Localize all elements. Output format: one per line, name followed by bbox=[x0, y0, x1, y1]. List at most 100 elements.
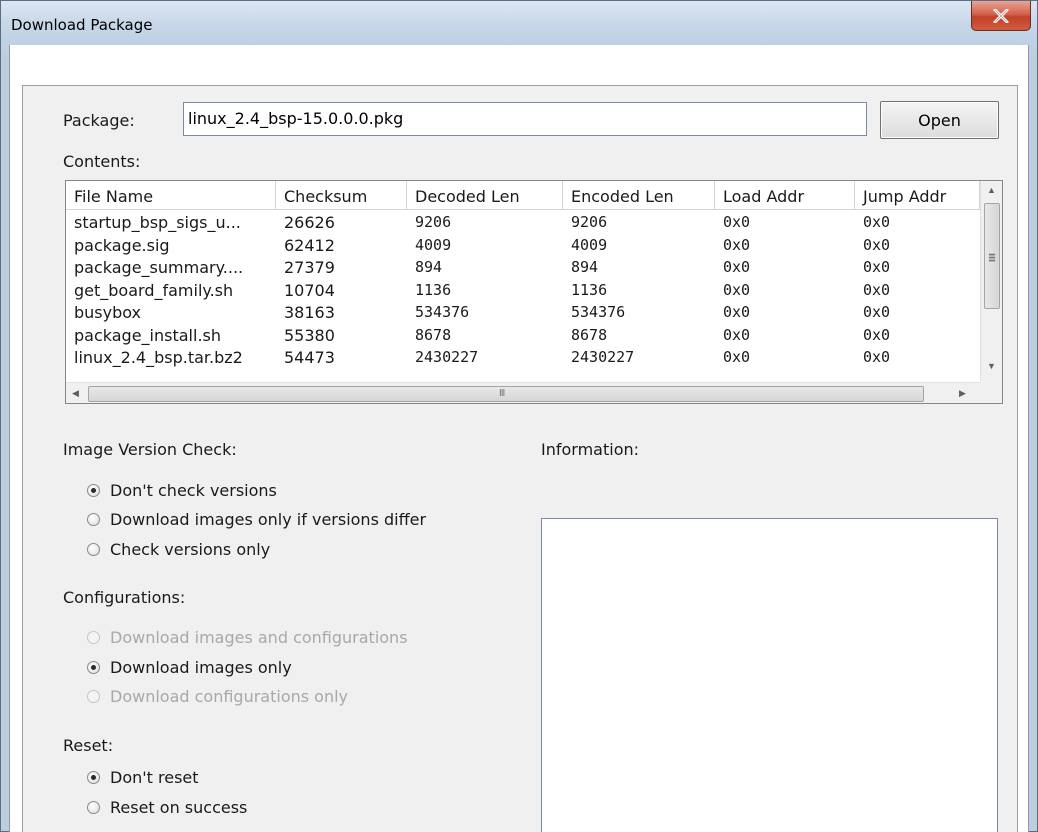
cell-checksum: 26626 bbox=[284, 213, 335, 232]
cell-jump-addr: 0x0 bbox=[863, 213, 891, 231]
cell-load-addr: 0x0 bbox=[723, 213, 751, 231]
radio-selected-icon[interactable] bbox=[87, 484, 100, 497]
radio-selected-icon[interactable] bbox=[87, 771, 100, 784]
cell-checksum: 27379 bbox=[284, 258, 335, 277]
cell-file-name: startup_bsp_sigs_u... bbox=[74, 213, 241, 232]
column-header-encoded-len[interactable]: Encoded Len bbox=[563, 181, 715, 210]
image-version-check-label: Image Version Check: bbox=[63, 440, 237, 459]
package-label: Package: bbox=[63, 111, 135, 130]
download-package-window: Download Package Package: linux_2.4_bsp-… bbox=[0, 0, 1038, 832]
radio-dont-check-versions[interactable]: Don't check versions bbox=[87, 481, 277, 500]
table-row[interactable]: linux_2.4_bsp.tar.bz2 54473 2430227 2430… bbox=[66, 346, 980, 369]
cell-file-name: linux_2.4_bsp.tar.bz2 bbox=[74, 348, 243, 367]
cell-jump-addr: 0x0 bbox=[863, 280, 891, 299]
cell-encoded-len: 9206 bbox=[571, 213, 608, 231]
cell-jump-addr: 0x0 bbox=[863, 348, 891, 366]
scroll-down-arrow-icon[interactable]: ▼ bbox=[987, 361, 996, 371]
radio-download-images-only[interactable]: Download images only bbox=[87, 658, 292, 677]
vertical-scrollbar[interactable]: ▲ ━ ━ ━ ▼ bbox=[980, 181, 1002, 381]
radio-selected-icon[interactable] bbox=[87, 661, 100, 674]
cell-load-addr: 0x0 bbox=[723, 303, 751, 321]
cell-decoded-len: 2430227 bbox=[415, 348, 479, 366]
radio-unselected-icon[interactable] bbox=[87, 801, 100, 814]
cell-file-name: get_board_family.sh bbox=[74, 280, 234, 300]
radio-download-images-and-configurations[interactable]: Download images and configurations bbox=[87, 628, 408, 647]
cell-checksum: 62412 bbox=[284, 235, 335, 255]
vertical-scroll-thumb[interactable]: ━ ━ ━ bbox=[984, 203, 1000, 309]
horizontal-scrollbar[interactable]: ◀ III ▶ bbox=[66, 382, 980, 403]
grip-icon: ━ ━ ━ bbox=[989, 250, 996, 267]
title-bar[interactable]: Download Package bbox=[1, 1, 1037, 45]
cell-encoded-len: 8678 bbox=[571, 325, 608, 344]
open-button[interactable]: Open bbox=[880, 101, 999, 139]
radio-reset-on-success[interactable]: Reset on success bbox=[87, 798, 247, 817]
cell-encoded-len: 1136 bbox=[571, 280, 608, 299]
cell-decoded-len: 534376 bbox=[415, 303, 470, 321]
cell-decoded-len: 894 bbox=[415, 258, 443, 276]
column-header-file-name[interactable]: File Name bbox=[66, 181, 276, 210]
radio-check-versions-only[interactable]: Check versions only bbox=[87, 540, 270, 559]
information-box[interactable] bbox=[541, 518, 998, 832]
cell-load-addr: 0x0 bbox=[723, 258, 751, 276]
package-input[interactable]: linux_2.4_bsp-15.0.0.0.pkg bbox=[183, 102, 867, 136]
cell-file-name: package_summary.... bbox=[74, 258, 244, 277]
scroll-up-arrow-icon[interactable]: ▲ bbox=[987, 185, 996, 195]
cell-jump-addr: 0x0 bbox=[863, 303, 891, 321]
cell-decoded-len: 1136 bbox=[415, 280, 452, 299]
radio-unselected-icon[interactable] bbox=[87, 513, 100, 526]
list-header: File Name Checksum Decoded Len Encoded L… bbox=[66, 181, 980, 210]
close-button[interactable] bbox=[971, 1, 1031, 31]
scroll-right-arrow-icon[interactable]: ▶ bbox=[959, 388, 966, 399]
radio-dont-reset[interactable]: Don't reset bbox=[87, 768, 199, 787]
cell-load-addr: 0x0 bbox=[723, 348, 751, 366]
cell-decoded-len: 9206 bbox=[415, 213, 452, 231]
column-header-decoded-len[interactable]: Decoded Len bbox=[407, 181, 563, 210]
cell-checksum: 38163 bbox=[284, 303, 335, 322]
cell-encoded-len: 894 bbox=[571, 258, 599, 276]
horizontal-scroll-thumb[interactable]: III bbox=[88, 386, 924, 402]
contents-list[interactable]: File Name Checksum Decoded Len Encoded L… bbox=[65, 180, 1003, 404]
radio-disabled-icon[interactable] bbox=[87, 631, 100, 644]
dialog-panel: Package: linux_2.4_bsp-15.0.0.0.pkg Open… bbox=[22, 85, 1018, 832]
radio-disabled-icon[interactable] bbox=[87, 690, 100, 703]
table-row[interactable]: package_summary.... 27379 894 894 0x0 0x… bbox=[66, 256, 980, 279]
cell-file-name: package_install.sh bbox=[74, 325, 221, 345]
cell-jump-addr: 0x0 bbox=[863, 258, 891, 276]
cell-encoded-len: 4009 bbox=[571, 235, 608, 254]
radio-unselected-icon[interactable] bbox=[87, 543, 100, 556]
cell-encoded-len: 2430227 bbox=[571, 348, 635, 366]
scrollbar-corner bbox=[980, 381, 1002, 403]
radio-download-if-differ[interactable]: Download images only if versions differ bbox=[87, 510, 426, 529]
cell-encoded-len: 534376 bbox=[571, 303, 626, 321]
cell-jump-addr: 0x0 bbox=[863, 235, 891, 254]
information-label: Information: bbox=[541, 440, 640, 459]
table-row[interactable]: package.sig 62412 4009 4009 0x0 0x0 bbox=[66, 234, 980, 257]
table-row[interactable]: get_board_family.sh 10704 1136 1136 0x0 … bbox=[66, 279, 980, 302]
table-row[interactable]: busybox 38163 534376 534376 0x0 0x0 bbox=[66, 301, 980, 324]
column-header-load-addr[interactable]: Load Addr bbox=[715, 181, 855, 210]
window-title: Download Package bbox=[11, 16, 153, 34]
close-icon bbox=[993, 8, 1009, 23]
column-header-jump-addr[interactable]: Jump Addr bbox=[855, 181, 980, 210]
grip-icon: III bbox=[499, 388, 505, 399]
cell-load-addr: 0x0 bbox=[723, 235, 751, 254]
cell-decoded-len: 4009 bbox=[415, 235, 452, 254]
list-body: startup_bsp_sigs_u... 26626 9206 9206 0x… bbox=[66, 211, 980, 383]
cell-checksum: 10704 bbox=[284, 280, 335, 300]
column-header-checksum[interactable]: Checksum bbox=[276, 181, 407, 210]
cell-checksum: 54473 bbox=[284, 348, 335, 367]
cell-load-addr: 0x0 bbox=[723, 325, 751, 344]
scroll-left-arrow-icon[interactable]: ◀ bbox=[72, 388, 79, 399]
dialog-client-area: Package: linux_2.4_bsp-15.0.0.0.pkg Open… bbox=[9, 45, 1029, 832]
table-row[interactable]: startup_bsp_sigs_u... 26626 9206 9206 0x… bbox=[66, 211, 980, 234]
cell-file-name: busybox bbox=[74, 303, 142, 322]
radio-download-configurations-only[interactable]: Download configurations only bbox=[87, 687, 348, 706]
cell-file-name: package.sig bbox=[74, 235, 170, 255]
cell-jump-addr: 0x0 bbox=[863, 325, 891, 344]
contents-label: Contents: bbox=[63, 152, 141, 171]
cell-load-addr: 0x0 bbox=[723, 280, 751, 299]
reset-label: Reset: bbox=[63, 736, 114, 755]
configurations-label: Configurations: bbox=[63, 588, 186, 607]
table-row[interactable]: package_install.sh 55380 8678 8678 0x0 0… bbox=[66, 324, 980, 347]
cell-decoded-len: 8678 bbox=[415, 325, 452, 344]
